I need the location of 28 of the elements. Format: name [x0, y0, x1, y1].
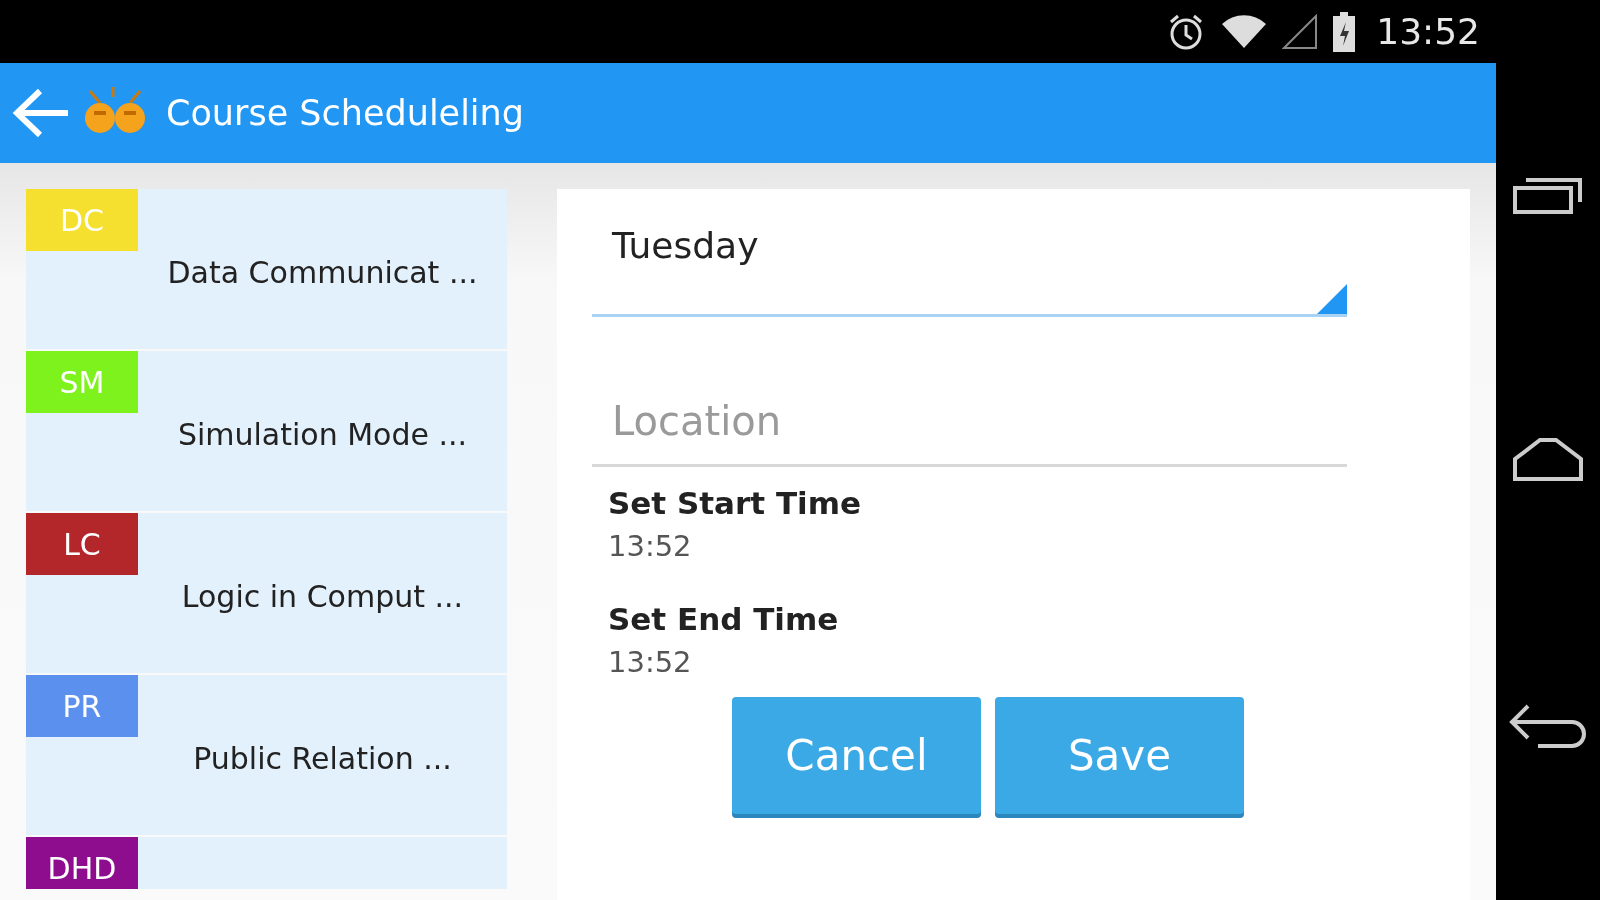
start-time-value[interactable]: 13:52 — [608, 529, 1470, 563]
course-name: Simulation Mode ... — [176, 417, 469, 452]
course-item[interactable]: PR Public Relation ... — [26, 675, 507, 835]
course-name: Data Communicat ... — [166, 255, 479, 290]
course-tag: PR — [26, 675, 138, 737]
day-dropdown[interactable]: Tuesday — [592, 217, 1347, 317]
wifi-icon — [1220, 13, 1269, 50]
course-tag: LC — [26, 513, 138, 575]
dropdown-corner-icon — [1317, 284, 1347, 314]
course-item[interactable]: DC Data Communicat ... — [26, 189, 507, 349]
course-tag: DHD — [26, 837, 138, 889]
location-field[interactable]: Location — [592, 377, 1347, 467]
end-time-value[interactable]: 13:52 — [608, 645, 1470, 679]
home-icon[interactable] — [1512, 436, 1584, 481]
course-item[interactable]: LC Logic in Comput ... — [26, 513, 507, 673]
course-item[interactable]: DHD — [26, 837, 507, 889]
end-time-label: Set End Time — [608, 601, 840, 637]
course-item[interactable]: SM Simulation Mode ... — [26, 351, 507, 511]
clock-time: 13:52 — [1376, 11, 1480, 52]
signal-icon — [1282, 13, 1319, 50]
start-time-label: Set Start Time — [608, 485, 863, 521]
app-title: Course Scheduleling — [166, 93, 524, 133]
battery-icon — [1332, 11, 1357, 52]
course-tag: DC — [26, 189, 138, 251]
back-arrow-icon[interactable] — [12, 88, 70, 138]
course-name: Public Relation ... — [192, 741, 453, 776]
course-tag: SM — [26, 351, 138, 413]
course-name: Logic in Comput ... — [180, 579, 465, 614]
